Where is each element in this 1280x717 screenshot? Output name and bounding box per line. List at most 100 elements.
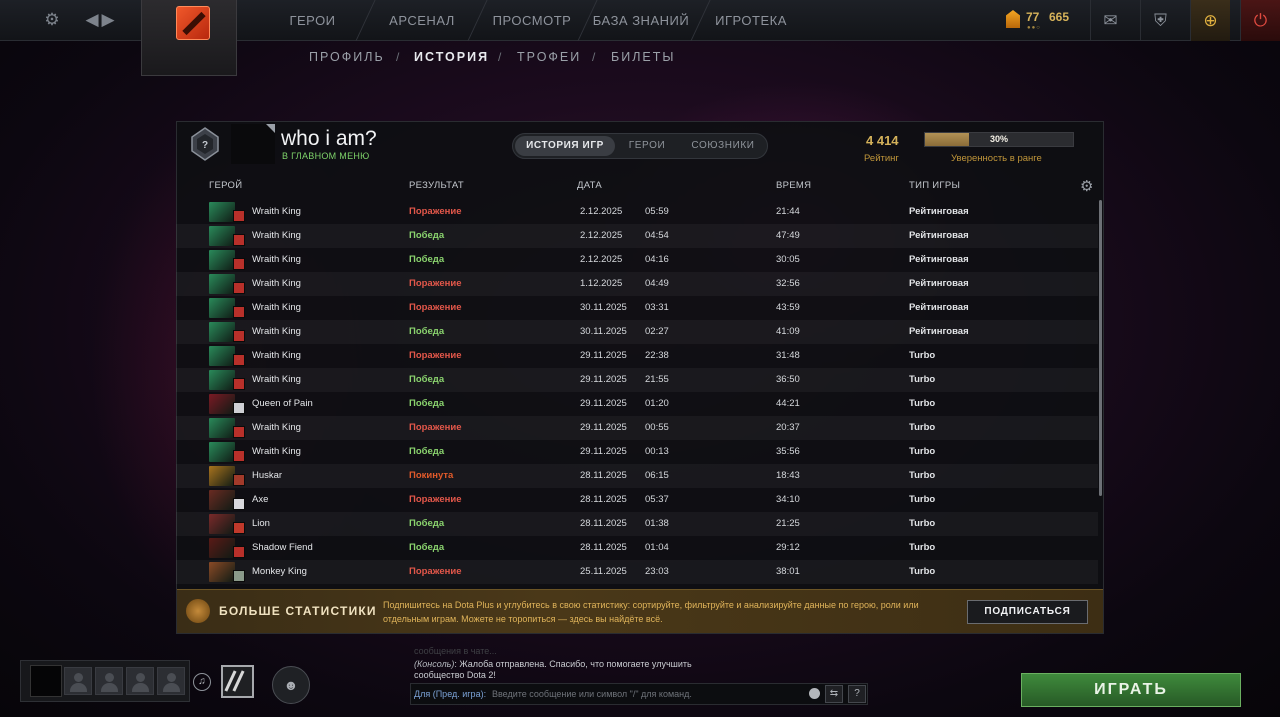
nav-watch[interactable]: ПРОСМОТР [487, 0, 577, 41]
match-type: Рейтинговая [909, 206, 969, 217]
friends-icon[interactable]: ☻ [272, 666, 310, 704]
table-row[interactable]: Queen of Pain Победа 29.11.2025 01:20 44:21 T… [176, 392, 1098, 416]
table-row[interactable]: Wraith King Победа 2.12.2025 04:16 30:05 Рейт… [176, 248, 1098, 272]
ranked-toggle-button[interactable] [221, 665, 254, 698]
match-duration: 21:25 [776, 518, 800, 529]
subnav-separator: / [592, 50, 596, 64]
table-row[interactable]: Huskar Покинута 28.11.2025 06:15 18:43 Turbo [176, 464, 1098, 488]
shield-icon[interactable]: ⛨ [1140, 0, 1180, 41]
subnav-trophies[interactable]: ТРОФЕИ [517, 50, 581, 68]
hero-portrait [209, 538, 235, 558]
nav-arsenal[interactable]: АРСЕНАЛ [377, 0, 467, 41]
subnav-separator: / [498, 50, 502, 64]
table-row[interactable]: Lion Победа 28.11.2025 01:38 21:25 Turbo [176, 512, 1098, 536]
promo-text: Подпишитесь на Dota Plus и углубитесь в … [383, 600, 919, 624]
party-slot[interactable] [126, 667, 154, 695]
arrow-right-icon[interactable]: ▶ [96, 8, 120, 32]
match-type: Turbo [909, 494, 936, 505]
table-row[interactable]: Wraith King Победа 29.11.2025 00:13 35:56 Tur… [176, 440, 1098, 464]
plus-icon[interactable]: ⊕ [1190, 0, 1230, 41]
match-type: Turbo [909, 422, 936, 433]
hero-portrait [209, 250, 235, 270]
nav-knowledge-base[interactable]: БАЗА ЗНАНИЙ [592, 0, 690, 41]
subnav-history[interactable]: ИСТОРИЯ [414, 50, 489, 68]
tab-heroes[interactable]: ГЕРОИ [618, 136, 676, 156]
scrollbar[interactable] [1099, 200, 1102, 496]
power-icon[interactable]: ⏻ [1240, 0, 1280, 41]
role-badge-icon [233, 234, 245, 246]
table-row[interactable]: Wraith King Поражение 30.11.2025 03:31 43:59… [176, 296, 1098, 320]
table-row[interactable]: Shadow Fiend Победа 28.11.2025 01:04 29:12 Tu… [176, 536, 1098, 560]
match-type: Turbo [909, 350, 936, 361]
match-result: Поражение [409, 350, 462, 361]
hero-portrait [209, 394, 235, 414]
chat-message-cont: сообщество Dota 2! [414, 670, 496, 680]
column-date[interactable]: ДАТА [577, 180, 602, 191]
match-type: Рейтинговая [909, 254, 969, 265]
table-row[interactable]: Monkey King Поражение 25.11.2025 23:03 38:01… [176, 560, 1098, 584]
match-date: 28.11.2025 [580, 542, 627, 553]
match-date: 30.11.2025 [580, 326, 627, 337]
match-time: 23:03 [645, 566, 669, 577]
match-date: 28.11.2025 [580, 494, 627, 505]
nav-heroes[interactable]: ГЕРОИ [270, 0, 355, 41]
rank-badge-icon[interactable]: ? [191, 127, 219, 161]
match-time: 01:20 [645, 398, 669, 409]
dota-logo-icon[interactable] [176, 6, 210, 40]
table-row[interactable]: Wraith King Поражение 2.12.2025 05:59 21:44 Р… [176, 200, 1098, 224]
table-row[interactable]: Wraith King Победа 29.11.2025 21:55 36:50 Tur… [176, 368, 1098, 392]
chat-wheel-icon[interactable]: ⇆ [825, 685, 843, 703]
match-time: 04:49 [645, 278, 669, 289]
nav-arcade[interactable]: ИГРОТЕКА [712, 0, 790, 41]
tab-match-history[interactable]: ИСТОРИЯ ИГР [515, 136, 615, 156]
match-time: 02:27 [645, 326, 669, 337]
gear-icon[interactable]: ⚙ [1080, 177, 1093, 195]
match-type: Turbo [909, 398, 936, 409]
match-result: Победа [409, 542, 445, 553]
hero-name: Queen of Pain [252, 398, 313, 409]
column-result[interactable]: РЕЗУЛЬТАТ [409, 180, 464, 191]
hero-name: Wraith King [252, 254, 301, 265]
match-date: 1.12.2025 [580, 278, 623, 289]
match-result: Победа [409, 374, 445, 385]
match-date: 29.11.2025 [580, 350, 627, 361]
column-duration[interactable]: ВРЕМЯ [776, 180, 811, 191]
hero-name: Lion [252, 518, 270, 529]
gear-icon[interactable]: ⚙ [40, 8, 64, 32]
play-button[interactable]: ИГРАТЬ [1021, 673, 1241, 707]
table-row[interactable]: Wraith King Победа 30.11.2025 02:27 41:09 Рей… [176, 320, 1098, 344]
table-row[interactable]: Wraith King Поражение 29.11.2025 22:38 31:48… [176, 344, 1098, 368]
match-result: Поражение [409, 566, 462, 577]
table-row[interactable]: Wraith King Поражение 1.12.2025 04:49 32:56 Р… [176, 272, 1098, 296]
mail-icon[interactable]: ✉ [1090, 0, 1130, 41]
party-slot[interactable] [95, 667, 123, 695]
party-slot[interactable] [64, 667, 92, 695]
headset-icon[interactable]: ♫ [193, 673, 211, 691]
party-slot[interactable] [157, 667, 185, 695]
tab-allies[interactable]: СОЮЗНИКИ [680, 136, 766, 156]
chat-channel[interactable]: Для (Пред. игра): [414, 689, 486, 699]
match-date: 2.12.2025 [580, 206, 623, 217]
subscribe-button[interactable]: ПОДПИСАТЬСЯ [967, 600, 1088, 624]
match-duration: 29:12 [776, 542, 800, 553]
svg-text:?: ? [202, 140, 208, 151]
table-row[interactable]: Axe Поражение 28.11.2025 05:37 34:10 Turbo [176, 488, 1098, 512]
hero-name: Wraith King [252, 422, 301, 433]
role-badge-icon [233, 450, 245, 462]
column-hero[interactable]: ГЕРОЙ [209, 180, 242, 191]
hero-name: Wraith King [252, 350, 301, 361]
match-date: 30.11.2025 [580, 302, 627, 313]
hero-portrait [209, 298, 235, 318]
subnav-tickets[interactable]: БИЛЕТЫ [611, 50, 675, 68]
table-row[interactable]: Wraith King Победа 2.12.2025 04:54 47:49 Рейт… [176, 224, 1098, 248]
rating-value: 4 414 [866, 133, 899, 148]
avatar[interactable] [231, 124, 275, 164]
match-result: Поражение [409, 494, 462, 505]
party-self-avatar[interactable] [30, 665, 62, 697]
emoji-icon[interactable] [809, 688, 820, 699]
match-date: 29.11.2025 [580, 446, 627, 457]
column-type[interactable]: ТИП ИГРЫ [909, 180, 960, 191]
help-icon[interactable]: ? [848, 685, 866, 703]
table-row[interactable]: Wraith King Поражение 29.11.2025 00:55 20:37… [176, 416, 1098, 440]
subnav-profile[interactable]: ПРОФИЛЬ [309, 50, 385, 68]
